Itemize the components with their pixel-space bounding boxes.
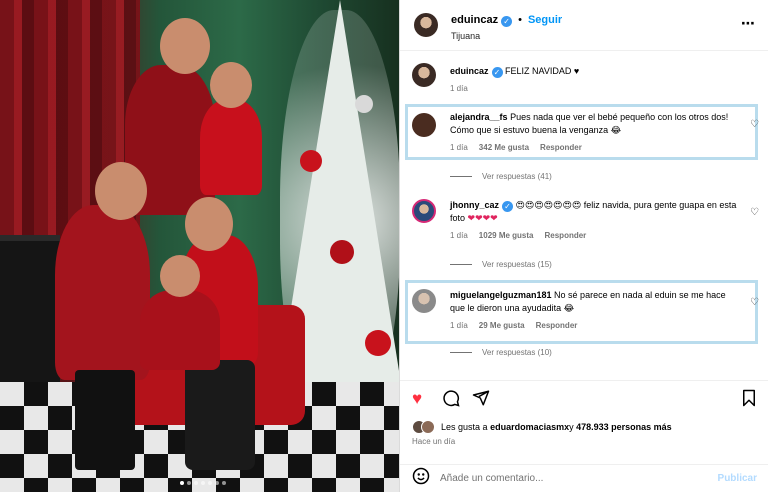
comment-like-icon[interactable]: ♡ [750,297,759,308]
comment-time[interactable]: 1 día [450,319,468,332]
heart-filled-icon[interactable]: ♥ [412,389,422,409]
reply-button[interactable]: Responder [540,141,582,154]
post-photo[interactable] [0,0,399,492]
author-line: eduincaz ✓ • Seguir [451,10,562,28]
instagram-post-view: eduincaz ✓ • Seguir Tijuana ⋯ eduincaz ✓ FEL… [0,0,768,492]
avatar[interactable] [412,63,436,87]
post-timestamp[interactable]: Hace un día [412,437,455,446]
liker-avatar [421,420,435,434]
more-horizontal-icon[interactable]: ⋯ [741,15,756,32]
reply-button[interactable]: Responder [545,229,587,242]
caption-text: FELIZ NAVIDAD ♥ [505,66,580,76]
heart-eyes-emoji-icons: 😍😍😍😍😍😍😍 [515,200,582,210]
face [210,62,252,108]
avatar[interactable] [412,199,436,223]
red-heart-emoji-icons: ❤❤❤❤ [467,213,498,223]
carousel-dot [194,481,198,485]
carousel-dot [187,481,191,485]
avatar[interactable] [412,289,436,313]
person-boy [55,205,150,380]
liker-username[interactable]: eduardomaciasmx [490,422,569,432]
caption-time[interactable]: 1 día [450,82,468,95]
likes-summary: Les gusta a eduardomaciasmx y 478.933 pe… [412,420,672,434]
person-woman-legs [185,360,255,470]
reply-button[interactable]: Responder [536,319,578,332]
comment-likes[interactable]: 29 Me gusta [479,319,525,332]
face [95,162,147,220]
person-baby [140,290,220,370]
comment-username[interactable]: jhonny_caz [450,200,499,210]
author-avatar[interactable] [412,11,440,39]
comment-like-icon[interactable]: ♡ [750,207,759,218]
carousel-indicator [180,481,226,485]
verified-badge-icon: ✓ [491,67,503,78]
follow-button[interactable]: Seguir [528,14,562,26]
view-replies-button[interactable]: Ver respuestas (15) [450,260,552,269]
post-side-panel: eduincaz ✓ • Seguir Tijuana ⋯ eduincaz ✓ FEL… [399,0,768,492]
carousel-dot-active [180,481,184,485]
comment-likes[interactable]: 342 Me gusta [479,141,529,154]
face [160,18,210,74]
ornament [330,240,354,264]
post-header: eduincaz ✓ • Seguir Tijuana ⋯ [400,0,768,51]
comment-like-icon[interactable]: ♡ [750,119,759,130]
comment-time[interactable]: 1 día [450,229,468,242]
likes-middle: y [569,422,574,432]
person-boy-pants [75,370,135,470]
publish-button[interactable]: Publicar [718,473,757,484]
carousel-dot [201,481,205,485]
carousel-dot [215,481,219,485]
caption-meta: 1 día [450,82,742,95]
comment-time[interactable]: 1 día [450,141,468,154]
comment-username[interactable]: alejandra__fs [450,112,508,122]
comment-body: alejandra__fs Pues nada que ver el bebé … [450,111,742,154]
likes-prefix: Les gusta a [441,422,488,432]
comment-input[interactable] [440,473,718,484]
comment-body: jhonny_caz ✓ 😍😍😍😍😍😍😍 feliz navida, pura g… [450,199,742,242]
verified-badge-icon: ✓ [502,201,514,212]
carousel-dot [208,481,212,485]
avatar [414,13,438,37]
ornament [300,150,322,172]
comment-username[interactable]: miguelangelguzman181 [450,290,552,300]
ornament [365,330,391,356]
comment-meta: 1 día 1029 Me gusta Responder [450,229,742,242]
separator-dot: • [518,13,522,26]
verified-badge-icon: ✓ [501,15,513,27]
action-bar: ♥ [400,380,768,416]
smiley-icon[interactable] [412,467,430,490]
author-username[interactable]: eduincaz [451,14,498,26]
bookmark-icon[interactable] [741,389,757,412]
laughing-emoji-icon: 😂 [610,125,622,135]
likes-count[interactable]: 478.933 personas más [576,422,672,432]
caption-body: eduincaz ✓ FELIZ NAVIDAD ♥ 1 día [450,65,742,95]
comment-likes[interactable]: 1029 Me gusta [479,229,534,242]
view-replies-button[interactable]: Ver respuestas (41) [450,172,552,181]
comments-list[interactable]: eduincaz ✓ FELIZ NAVIDAD ♥ 1 día alejandr… [400,51,768,380]
person-girl [200,100,262,195]
carousel-dot [222,481,226,485]
avatar[interactable] [412,113,436,137]
laughing-emoji-icon: 😂 [563,303,575,313]
ornament [355,95,373,113]
comment-body: miguelangelguzman181 No sé parece en nad… [450,289,742,332]
face [160,255,200,297]
comment-meta: 1 día 342 Me gusta Responder [450,141,742,154]
view-replies-button[interactable]: Ver respuestas (10) [450,348,552,357]
face [185,197,233,251]
piano-decor [0,235,60,385]
post-location[interactable]: Tijuana [451,31,562,41]
comment-meta: 1 día 29 Me gusta Responder [450,319,742,332]
comment-composer: Publicar [400,464,768,492]
comment-icon[interactable] [442,389,460,412]
caption-username[interactable]: eduincaz [450,66,489,76]
author-info: eduincaz ✓ • Seguir Tijuana [451,10,562,41]
send-icon[interactable] [472,389,490,412]
